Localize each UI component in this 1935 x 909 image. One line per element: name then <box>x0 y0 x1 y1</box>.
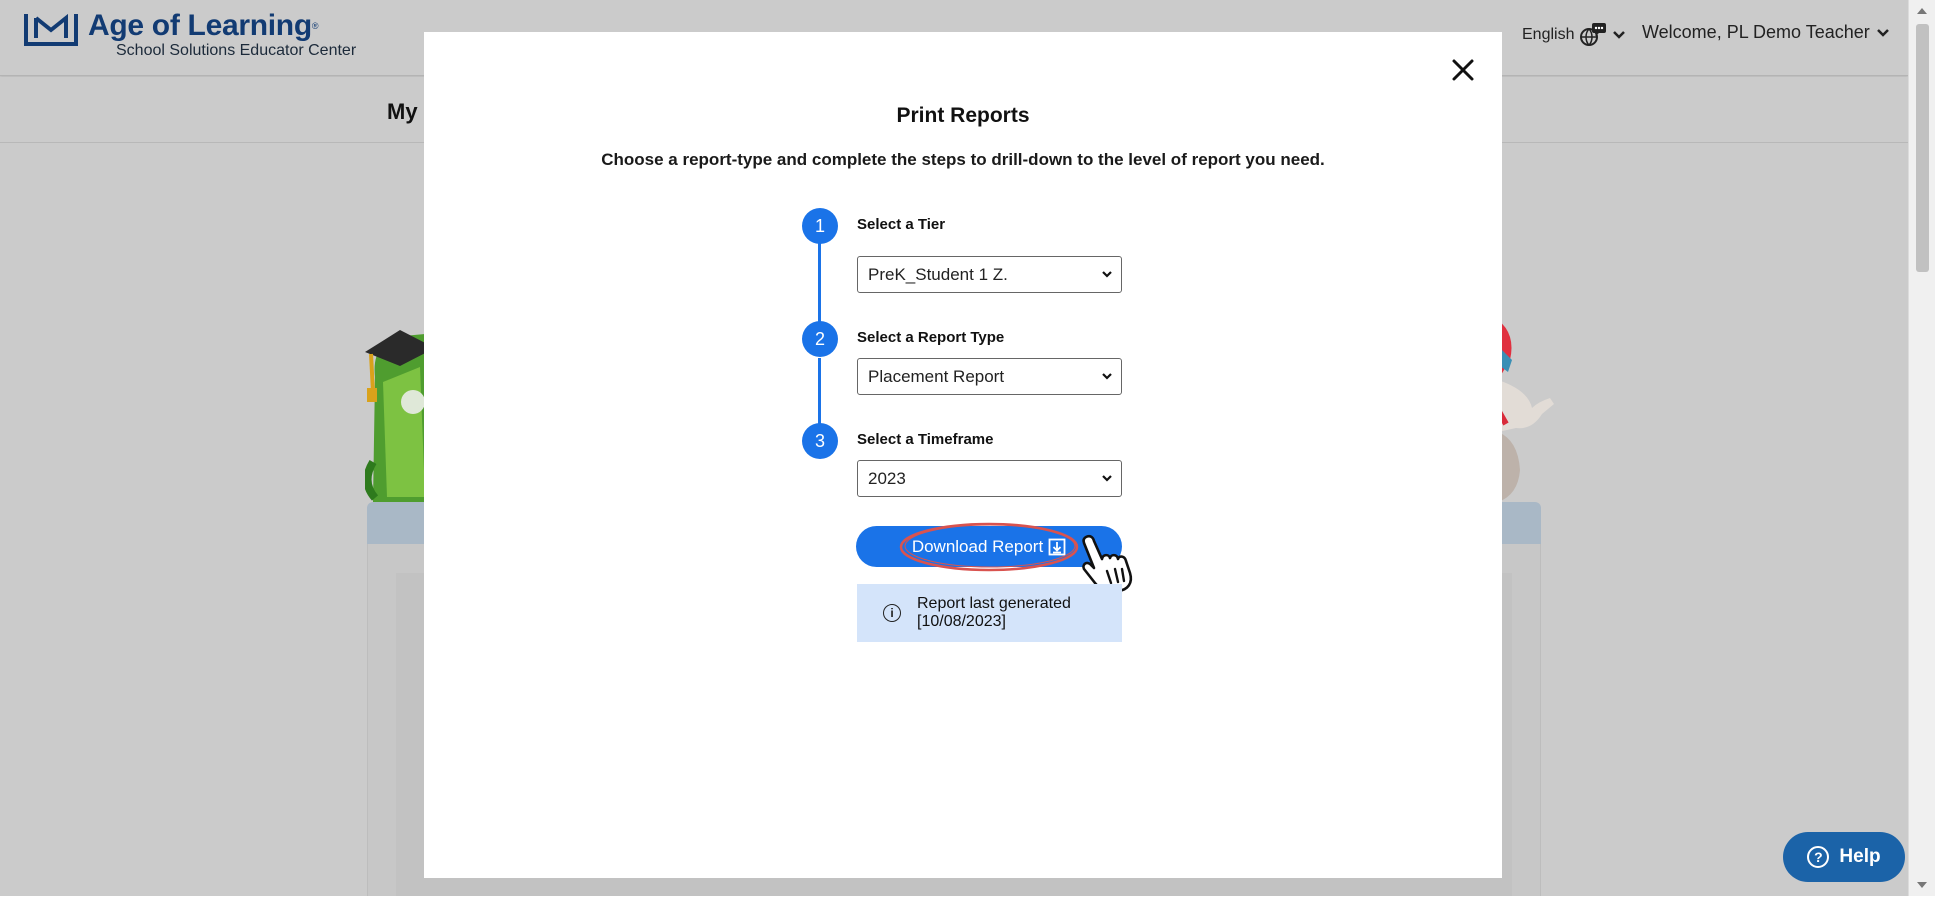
question-icon: ? <box>1807 846 1830 868</box>
chevron-down-icon <box>1102 475 1112 482</box>
close-icon[interactable] <box>1449 56 1477 84</box>
step-number-1: 1 <box>802 208 838 244</box>
scrollbar-thumb[interactable] <box>1916 24 1929 272</box>
logo-subtitle: School Solutions Educator Center <box>116 42 357 59</box>
tier-select[interactable]: PreK_Student 1 Z. <box>857 256 1122 293</box>
logo-book-icon <box>24 13 78 46</box>
scroll-down-arrow-icon[interactable] <box>1917 882 1927 888</box>
language-selector[interactable]: English <box>1522 22 1626 48</box>
chevron-down-icon <box>1102 271 1112 278</box>
highlight-annotation <box>899 522 1079 572</box>
welcome-text: Welcome, PL Demo Teacher <box>1642 22 1870 42</box>
cartoon-character-illustration <box>1498 320 1554 502</box>
step-number-2: 2 <box>802 321 838 357</box>
logo-title: Age of Learning® <box>88 9 319 42</box>
modal-title: Print Reports <box>896 104 1030 127</box>
timeframe-select-value: 2023 <box>868 468 906 488</box>
age-of-learning-logo[interactable]: Age of Learning® School Solutions Educat… <box>22 10 356 60</box>
step-label-tier: Select a Tier <box>857 216 946 233</box>
step-label-timeframe: Select a Timeframe <box>857 431 994 448</box>
info-icon: i <box>883 604 901 622</box>
tier-select-value: PreK_Student 1 Z. <box>868 264 1008 284</box>
report-type-select-value: Placement Report <box>868 366 1005 386</box>
timeframe-select[interactable]: 2023 <box>857 460 1122 497</box>
help-button[interactable]: ? Help <box>1783 832 1905 882</box>
vertical-scrollbar[interactable] <box>1908 0 1935 896</box>
report-type-select[interactable]: Placement Report <box>857 358 1122 395</box>
user-menu[interactable]: Welcome, PL Demo Teacher <box>1642 22 1890 43</box>
help-label: Help <box>1839 846 1881 867</box>
step-number-3: 3 <box>802 423 838 459</box>
globe-chat-icon <box>1580 23 1607 47</box>
modal-description: Choose a report-type and complete the st… <box>601 150 1325 169</box>
window-bottom-edge <box>0 896 1935 909</box>
scroll-up-arrow-icon[interactable] <box>1917 8 1927 14</box>
step-label-report-type: Select a Report Type <box>857 329 1005 346</box>
chevron-down-icon <box>1876 28 1889 37</box>
subnav-title: My <box>387 99 418 124</box>
chevron-down-icon <box>1613 31 1626 39</box>
language-label: English <box>1522 26 1575 43</box>
report-status-info: i Report last generated [10/08/2023] <box>857 584 1122 642</box>
chevron-down-icon <box>1102 373 1112 380</box>
report-last-generated-text: Report last generated [10/08/2023] <box>917 595 1071 630</box>
